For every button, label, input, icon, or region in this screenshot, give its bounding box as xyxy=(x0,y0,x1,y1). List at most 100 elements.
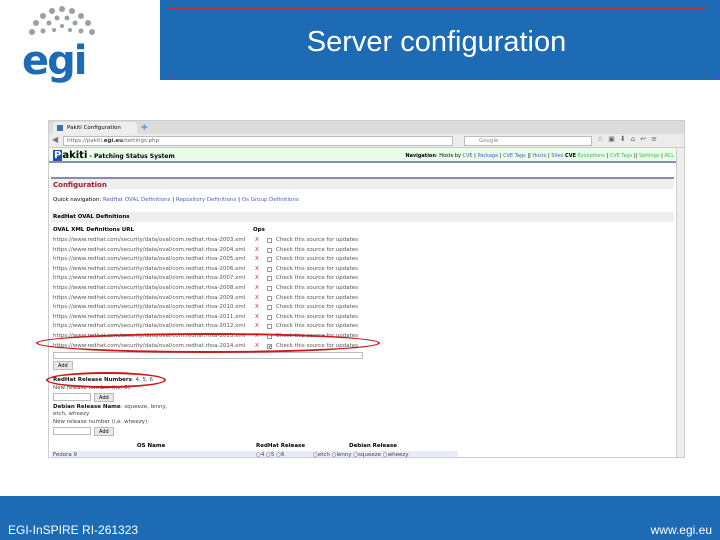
nav-package[interactable]: Package xyxy=(477,153,498,159)
new-oval-url-input[interactable] xyxy=(53,352,363,359)
highlight-oval-2014 xyxy=(36,333,380,353)
check-updates-label: Check this source for updates xyxy=(276,275,359,282)
oval-url: https://www.redhat.com/security/data/ova… xyxy=(53,275,246,282)
check-updates-checkbox[interactable] xyxy=(267,324,272,330)
oval-url: https://www.redhat.com/security/data/ova… xyxy=(53,313,246,320)
check-updates-label: Check this source for updates xyxy=(276,294,359,301)
check-updates-label: Check this source for updates xyxy=(276,246,359,253)
delete-icon[interactable]: X xyxy=(255,295,259,301)
pakiti-logo: Pakiti - Patching Status System xyxy=(53,150,175,161)
tab-pakiti-configuration[interactable]: Pakiti Configuration xyxy=(53,122,137,134)
check-updates-label: Check this source for updates xyxy=(276,237,359,243)
delete-icon[interactable]: X xyxy=(255,247,259,253)
nav-exceptions[interactable]: Exceptions xyxy=(578,153,605,159)
delete-icon[interactable]: X xyxy=(255,266,259,272)
debian-new-label: New release number (i.e. wheezy): xyxy=(53,419,149,425)
footer-project: EGI-InSPIRE RI-261323 xyxy=(8,523,139,537)
nav-cve-tags[interactable]: CVE Tags xyxy=(503,153,526,159)
delete-icon[interactable]: X xyxy=(255,304,259,310)
check-updates-checkbox[interactable] xyxy=(267,266,272,272)
check-updates-checkbox[interactable] xyxy=(267,276,272,282)
oval-row: https://www.redhat.com/security/data/ova… xyxy=(53,247,373,256)
redhat-release-input[interactable] xyxy=(53,393,91,401)
oval-url: https://www.redhat.com/security/data/ova… xyxy=(53,285,246,291)
col-redhat-release: RedHat Release xyxy=(256,443,306,449)
check-updates-label: Check this source for updates xyxy=(276,304,359,311)
oval-url: https://www.redhat.com/security/data/ova… xyxy=(53,304,246,311)
delete-icon[interactable]: X xyxy=(255,314,259,320)
oval-row: https://www.redhat.com/security/data/ova… xyxy=(53,323,373,332)
oval-row: https://www.redhat.com/security/data/ova… xyxy=(53,275,373,284)
qnav-repository[interactable]: Repository Definitions xyxy=(176,197,237,203)
check-updates-checkbox[interactable] xyxy=(267,305,272,311)
qnav-os-group[interactable]: Os Group Definitions xyxy=(242,197,299,203)
back-icon[interactable]: ◀ xyxy=(52,135,58,144)
oval-url: https://www.redhat.com/security/data/ova… xyxy=(53,265,246,272)
page-heading: Configuration xyxy=(51,177,674,189)
debian-release-input[interactable] xyxy=(53,427,91,435)
debian-release-names: Debian Release Name: squeeze, lenny, xyxy=(53,404,168,410)
delete-icon[interactable]: X xyxy=(255,256,259,262)
add-redhat-release-button[interactable]: Add xyxy=(94,393,114,402)
debian-release-names-cont: etch, wheezy xyxy=(53,411,90,417)
add-oval-button[interactable]: Add xyxy=(53,361,73,370)
check-updates-checkbox[interactable] xyxy=(267,247,272,253)
oval-row: https://www.redhat.com/security/data/ova… xyxy=(53,285,373,294)
nav-cve[interactable]: CVE xyxy=(463,153,473,159)
search-input[interactable]: Google xyxy=(464,136,592,146)
col-os-name: OS Name xyxy=(137,443,166,449)
oval-url: https://www.redhat.com/security/data/ova… xyxy=(53,323,246,330)
oval-row: https://www.redhat.com/security/data/ova… xyxy=(53,314,373,323)
new-tab-icon[interactable]: ✚ xyxy=(141,123,148,132)
delete-icon[interactable]: X xyxy=(255,285,259,291)
section-heading: RedHat OVAL Definitions xyxy=(51,212,674,222)
browser-screenshot: Pakiti Configuration ✚ ◀ https://pakiti.… xyxy=(48,120,685,458)
delete-icon[interactable]: X xyxy=(255,275,259,281)
navigation: Navigation: Hosts by CVE | Package | CVE… xyxy=(405,153,674,159)
footer: EGI-InSPIRE RI-261323 www.egi.eu xyxy=(0,496,720,540)
check-updates-label: Check this source for updates xyxy=(276,265,359,272)
toolbar-icons[interactable]: ☆▣⬇⌂↩≡ xyxy=(597,135,662,143)
os-row: Fedora 9 ○4 ○5 ○6 ○etch ○lenny ○squeeze … xyxy=(51,451,458,457)
oval-row: https://www.redhat.com/security/data/ova… xyxy=(53,256,373,265)
logo-dots-icon xyxy=(29,6,95,35)
footer-url[interactable]: www.egi.eu xyxy=(651,523,712,537)
check-updates-label: Check this source for updates xyxy=(276,256,359,263)
slide-title: Server configuration xyxy=(167,8,706,78)
check-updates-label: Check this source for updates xyxy=(276,313,359,320)
oval-row: https://www.redhat.com/security/data/ova… xyxy=(53,266,373,275)
nav-sites[interactable]: Sites xyxy=(551,153,563,159)
oval-row: https://www.redhat.com/security/data/ova… xyxy=(53,304,373,313)
oval-url: https://www.redhat.com/security/data/ova… xyxy=(53,294,246,301)
check-updates-label: Check this source for updates xyxy=(276,323,359,330)
check-updates-checkbox[interactable] xyxy=(267,314,272,320)
check-updates-checkbox[interactable] xyxy=(267,295,272,301)
favicon-icon xyxy=(57,125,63,131)
add-debian-release-button[interactable]: Add xyxy=(94,427,114,436)
nav-acl[interactable]: ACL xyxy=(664,153,674,159)
oval-row: https://www.redhat.com/security/data/ova… xyxy=(53,295,373,304)
check-updates-checkbox[interactable] xyxy=(267,238,272,243)
col-debian-release: Debian Release xyxy=(349,443,397,449)
qnav-redhat-oval[interactable]: RedHat OVAL Definitions xyxy=(103,197,171,203)
address-input[interactable]: https://pakiti.egi.eu/settings.php xyxy=(63,136,453,146)
oval-row: https://www.redhat.com/security/data/ova… xyxy=(53,237,373,246)
url-bar: ◀ https://pakiti.egi.eu/settings.php Goo… xyxy=(49,134,684,148)
tab-bar: Pakiti Configuration ✚ xyxy=(49,121,684,134)
scrollbar[interactable] xyxy=(676,148,684,457)
oval-url: https://www.redhat.com/security/data/ova… xyxy=(53,246,246,253)
redhat-release-radios[interactable]: ○4 ○5 ○6 xyxy=(256,452,284,457)
egi-logo: egi xyxy=(0,0,160,84)
highlight-oval-release xyxy=(46,372,166,388)
delete-icon[interactable]: X xyxy=(255,237,259,243)
delete-icon[interactable]: X xyxy=(255,323,259,329)
check-updates-checkbox[interactable] xyxy=(267,257,272,263)
check-updates-label: Check this source for updates xyxy=(276,285,359,291)
check-updates-checkbox[interactable] xyxy=(267,286,272,291)
pakiti-header: Pakiti - Patching Status System Navigati… xyxy=(49,148,676,163)
nav-cve-tags-2[interactable]: CVE Tags xyxy=(610,153,633,159)
nav-hosts[interactable]: Hosts xyxy=(532,153,546,159)
nav-settings[interactable]: Settings xyxy=(639,153,660,159)
debian-release-radios[interactable]: ○etch ○lenny ○squeeze ○wheezy xyxy=(313,452,409,457)
oval-table-header: OVAL XML Definitions URL Ops xyxy=(53,227,265,233)
